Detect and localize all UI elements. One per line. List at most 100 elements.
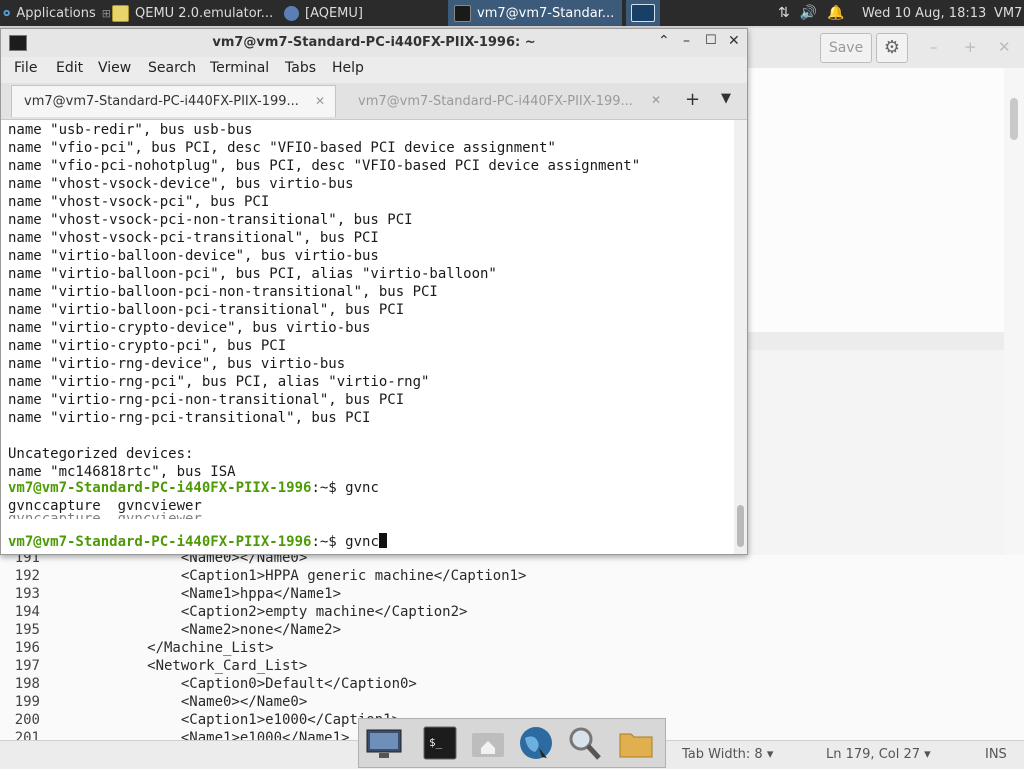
minimize-icon[interactable]: – [683, 33, 690, 49]
task-label: [AQEMU] [305, 5, 363, 21]
terminal-output-line: name "virtio-balloon-device", bus virtio… [8, 248, 379, 264]
terminal-output-line: name "vhost-vsock-pci", bus PCI [8, 194, 270, 210]
tab-width-label: Tab Width: 8 [682, 747, 763, 762]
terminal-icon[interactable]: $_ [421, 724, 459, 762]
task-label: vm7@vm7-Standar... [477, 5, 615, 21]
menu-view[interactable]: View [98, 60, 131, 76]
terminal-menubar: File Edit View Search Terminal Tabs Help [1, 57, 747, 83]
volume-icon[interactable]: 🔊 [800, 5, 817, 21]
gear-icon[interactable]: ⚙ [876, 33, 908, 63]
text-cursor [378, 533, 387, 548]
terminal-output-line: name "vhost-vsock-pci-non-transitional",… [8, 212, 413, 228]
scrollbar-thumb[interactable] [737, 505, 744, 547]
terminal-output-line: name "usb-redir", bus usb-bus [8, 122, 253, 138]
close-icon[interactable]: ✕ [315, 94, 325, 108]
menu-help[interactable]: Help [332, 60, 364, 76]
editor-text-area-upper[interactable] [748, 68, 1004, 348]
task-terminal[interactable]: vm7@vm7-Standar... [448, 0, 622, 26]
user-menu[interactable]: VM7 [994, 0, 1024, 26]
insert-mode-label: INS [985, 747, 1007, 762]
code-line: 197 <Network_Card_List> [14, 658, 308, 674]
prompt-line: vm7@vm7-Standard-PC-i440FX-PIIX-1996:~$ … [8, 480, 379, 496]
save-button[interactable]: Save [820, 33, 872, 63]
clock[interactable]: Wed 10 Aug, 18:13 [862, 0, 992, 26]
terminal-titlebar[interactable]: vm7@vm7-Standard-PC-i440FX-PIIX-1996: ~ … [1, 29, 747, 57]
show-desktop-button[interactable] [626, 0, 660, 26]
terminal-output-line: Uncategorized devices: [8, 446, 194, 462]
code-line: 200 <Caption1>e1000</Caption1> [14, 712, 401, 728]
menu-edit[interactable]: Edit [56, 60, 83, 76]
window-icon [631, 4, 655, 22]
tray-icons: ⇅ 🔊 🔔 [778, 0, 858, 26]
window-title: vm7@vm7-Standard-PC-i440FX-PIIX-1996: ~ [212, 35, 536, 50]
tab-list-chevron-down-icon[interactable]: ▼ [721, 91, 731, 106]
terminal-output-line: name "virtio-crypto-pci", bus PCI [8, 338, 287, 354]
dock: $_ [358, 718, 666, 768]
notification-bell-icon[interactable]: 🔔 [827, 5, 844, 21]
tab-terminal-2[interactable]: vm7@vm7-Standard-PC-i440FX-PIIX-199... ✕ [346, 85, 671, 117]
new-tab-plus-icon[interactable]: + [685, 89, 700, 110]
terminal-output[interactable]: name "usb-redir", bus usb-bus name "vfio-… [1, 120, 734, 554]
browser-globe-icon[interactable] [517, 724, 555, 762]
search-icon[interactable] [565, 724, 603, 762]
terminal-output-line: name "virtio-balloon-pci-transitional", … [8, 302, 405, 318]
terminal-output-line: name "virtio-balloon-pci", bus PCI, alia… [8, 266, 497, 282]
code-line: 201 <Name1>e1000</Name1> [14, 730, 350, 740]
svg-text:$_: $_ [429, 736, 443, 749]
maximize-icon[interactable]: + [964, 38, 977, 56]
terminal-output-line: name "virtio-rng-device", bus virtio-bus [8, 356, 346, 372]
menu-terminal[interactable]: Terminal [210, 60, 269, 76]
cursor-position-dropdown[interactable]: Ln 179, Col 27 ▾ [826, 747, 931, 762]
minimize-icon[interactable]: – [930, 38, 938, 56]
close-icon[interactable]: ✕ [998, 38, 1011, 56]
terminal-output-line: name "virtio-crypto-device", bus virtio-… [8, 320, 371, 336]
task-label: QEMU 2.0.emulator... [135, 5, 274, 21]
terminal-output-line: name "virtio-rng-pci-transitional", bus … [8, 410, 371, 426]
code-line: 198 <Caption0>Default</Caption0> [14, 676, 417, 692]
maximize-icon[interactable]: ☐ [705, 33, 717, 48]
code-line: 196 </Machine_List> [14, 640, 274, 656]
menu-file[interactable]: File [14, 60, 37, 76]
terminal-window: vm7@vm7-Standard-PC-i440FX-PIIX-1996: ~ … [0, 28, 748, 555]
cursor-position-label: Ln 179, Col 27 [826, 747, 921, 762]
active-prompt-line: vm7@vm7-Standard-PC-i440FX-PIIX-1996:~$ … [8, 533, 387, 551]
code-line: 194 <Caption2>empty machine</Caption2> [14, 604, 468, 620]
editor-titlebar: Save ⚙ – + ✕ [748, 28, 1024, 68]
files-folder-icon[interactable] [617, 724, 655, 762]
terminal-output-line: name "virtio-balloon-pci-non-transitiona… [8, 284, 438, 300]
terminal-icon [454, 4, 471, 22]
terminal-output-line: name "virtio-rng-pci-non-transitional", … [8, 392, 405, 408]
tab-label: vm7@vm7-Standard-PC-i440FX-PIIX-199... [358, 93, 633, 109]
menu-tabs[interactable]: Tabs [285, 60, 316, 76]
terminal-scrollbar[interactable] [734, 120, 747, 554]
terminal-output-line: name "vhost-vsock-pci-transitional", bus… [8, 230, 379, 246]
network-icon[interactable]: ⇅ [778, 5, 790, 21]
applications-menu-button[interactable]: Applications ⊞ [0, 0, 111, 26]
close-icon[interactable]: ✕ [651, 93, 661, 107]
tab-width-dropdown[interactable]: Tab Width: 8 ▾ [682, 747, 773, 762]
editor-scrollbar[interactable] [1004, 68, 1024, 583]
scrollbar-thumb[interactable] [1010, 98, 1018, 140]
code-line: 193 <Name1>hppa</Name1> [14, 586, 342, 602]
task-aqemu[interactable]: [AQEMU] [284, 0, 444, 26]
tab-terminal-1[interactable]: vm7@vm7-Standard-PC-i440FX-PIIX-199... ✕ [11, 85, 336, 117]
menu-search[interactable]: Search [148, 60, 196, 76]
terminal-output-line: name "vfio-pci", bus PCI, desc "VFIO-bas… [8, 140, 556, 156]
editor-code-area[interactable]: 191 <Name0></Name0> 192 <Caption1>HPPA g… [0, 555, 1024, 740]
aqemu-icon [284, 5, 299, 21]
text-editor-icon [112, 4, 129, 22]
current-line-highlight [748, 332, 1004, 350]
terminal-tabbar: vm7@vm7-Standard-PC-i440FX-PIIX-199... ✕… [1, 83, 747, 120]
monitor-icon[interactable] [365, 724, 403, 762]
separator-icon: ⊞ [101, 6, 111, 20]
overdrawn-line: gvnccapture gvncviewer [8, 511, 202, 527]
terminal-output-line: name "vfio-pci-nohotplug", bus PCI, desc… [8, 158, 641, 174]
terminal-output-line: name "virtio-rng-pci", bus PCI, alias "v… [8, 374, 430, 390]
close-icon[interactable]: ✕ [728, 33, 740, 49]
task-qemu-editor[interactable]: QEMU 2.0.emulator... [112, 0, 280, 26]
chevron-down-icon: ▾ [766, 747, 774, 762]
chevron-up-icon[interactable]: ⌃ [658, 33, 670, 49]
home-folder-icon[interactable] [469, 724, 507, 762]
code-line: 192 <Caption1>HPPA generic machine</Capt… [14, 568, 527, 584]
clock-datetime: Wed 10 Aug, 18:13 [862, 5, 987, 21]
